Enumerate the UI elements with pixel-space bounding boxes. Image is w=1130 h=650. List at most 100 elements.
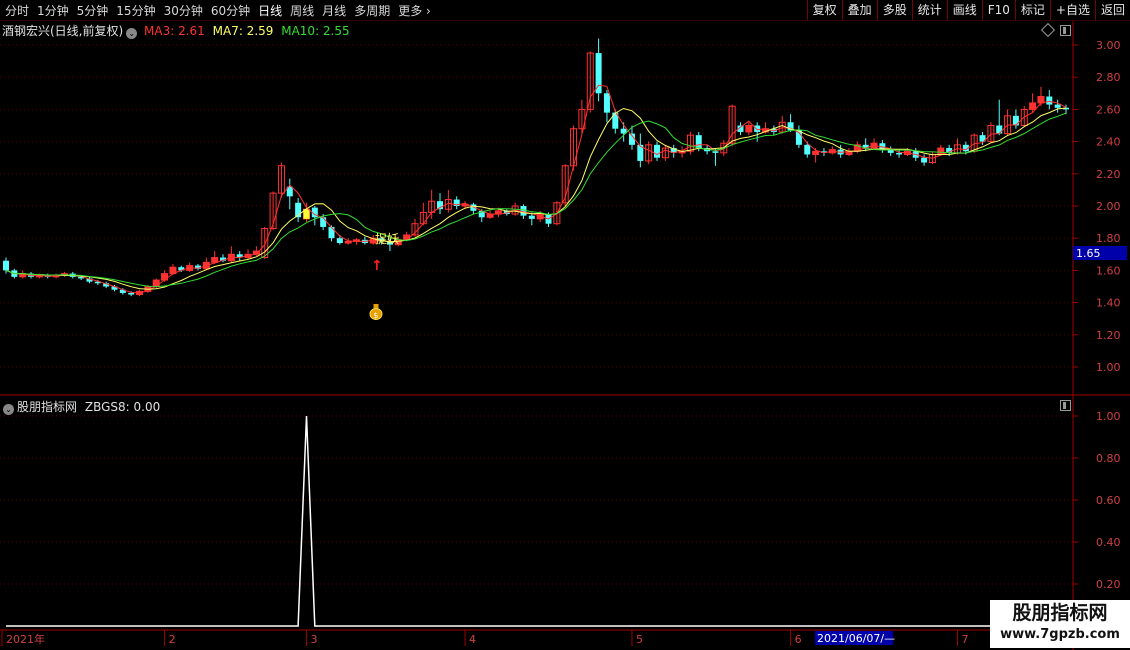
- period-tab[interactable]: 日线: [258, 2, 282, 19]
- zbgs8-label: ZBGS8: 0.00: [84, 400, 161, 414]
- toolbar-button[interactable]: 统计: [911, 0, 947, 20]
- candle-body: [820, 151, 827, 153]
- candle-body: [528, 215, 535, 219]
- candle: [169, 263, 177, 276]
- candle: [369, 234, 377, 245]
- candle-body: [128, 292, 135, 295]
- candle: [661, 144, 669, 161]
- candle-body: [302, 208, 310, 220]
- candle: [494, 207, 502, 218]
- candle: [419, 202, 427, 226]
- candle: [595, 38, 602, 102]
- candle: [536, 210, 544, 223]
- period-tab[interactable]: 1分钟: [37, 2, 69, 19]
- candle: [286, 178, 293, 210]
- candle: [3, 257, 9, 274]
- candle-body: [612, 112, 619, 129]
- candle-body: [94, 281, 101, 284]
- period-tab[interactable]: 多周期: [354, 2, 390, 19]
- candle: [437, 193, 444, 215]
- signal-label: 捉妖: [375, 231, 399, 246]
- candle: [970, 133, 978, 153]
- candle-body: [78, 276, 85, 279]
- candle-body: [520, 206, 527, 216]
- candle: [78, 275, 85, 281]
- candle: [161, 270, 169, 282]
- candle-body: [1037, 96, 1045, 104]
- money-bag-icon: $: [369, 304, 383, 320]
- candle-body: [695, 135, 702, 149]
- candle-body: [953, 144, 961, 154]
- candle: [853, 141, 861, 153]
- candle: [378, 236, 385, 245]
- toolbar-button[interactable]: 画线: [946, 0, 982, 20]
- candle: [44, 273, 51, 279]
- candle: [787, 114, 794, 132]
- candle-body: [103, 283, 110, 287]
- candle-body: [444, 199, 452, 210]
- period-tabs: 分时 1分钟 5分钟 15分钟 30分钟 60分钟 日线 周线 月线 多周期 更多 ›: [0, 2, 434, 19]
- candle: [503, 209, 510, 216]
- candle-body: [553, 202, 561, 225]
- candle: [94, 280, 101, 285]
- toolbar-button[interactable]: 返回: [1094, 0, 1130, 20]
- diamond-icon[interactable]: [1040, 22, 1056, 38]
- candle: [60, 272, 68, 277]
- period-tab[interactable]: 分时: [5, 2, 29, 19]
- candle-body: [244, 253, 252, 259]
- period-tab[interactable]: 周线: [290, 2, 314, 19]
- candle-body: [603, 93, 610, 113]
- toolbar-button[interactable]: F10: [981, 0, 1015, 20]
- period-tab[interactable]: 月线: [322, 2, 346, 19]
- up-arrow-icon: ↑: [371, 258, 383, 274]
- stock-title: 酒钢宏兴(日线,前复权): [2, 24, 124, 38]
- candle-body: [344, 240, 352, 244]
- y-tick-label: 2.80: [1096, 71, 1121, 84]
- settings-circle-icon[interactable]: ⌄: [3, 404, 14, 415]
- candle: [628, 125, 635, 150]
- x-tick-label: 2: [169, 633, 176, 646]
- toolbar-button[interactable]: 复权: [806, 0, 842, 20]
- candle-body: [946, 148, 953, 153]
- panel-toggle-icon[interactable]: [1060, 400, 1071, 411]
- toolbar-button[interactable]: 标记: [1014, 0, 1050, 20]
- candle: [754, 122, 761, 142]
- candle: [302, 202, 310, 223]
- candle-body: [853, 144, 861, 152]
- candle-body: [419, 211, 427, 225]
- candle-body: [1004, 115, 1012, 135]
- candle: [478, 209, 485, 223]
- candle: [979, 131, 986, 145]
- candle: [712, 148, 719, 166]
- candle: [261, 226, 269, 260]
- period-tab[interactable]: 60分钟: [211, 2, 250, 19]
- y-tick-label: 1.20: [1096, 329, 1121, 342]
- candle-body: [261, 228, 269, 259]
- candle: [252, 246, 260, 256]
- period-tab[interactable]: 15分钟: [116, 2, 155, 19]
- candle: [428, 189, 436, 219]
- ma3-line: [5, 84, 1067, 294]
- toolbar-button[interactable]: +自选: [1049, 0, 1095, 20]
- candle-body: [453, 199, 460, 206]
- x-tick-label: 5: [636, 633, 643, 646]
- settings-circle-icon[interactable]: ⌄: [126, 28, 138, 39]
- panel-toggle-icon[interactable]: [1060, 25, 1071, 36]
- period-tab[interactable]: 更多 ›: [398, 2, 431, 19]
- cursor-date: 2021/06/07/—: [817, 632, 895, 645]
- candle-body: [119, 289, 126, 293]
- y-tick-label: 1.40: [1096, 297, 1121, 310]
- candle: [128, 291, 135, 297]
- candle: [553, 201, 561, 226]
- y-tick-label: 3.00: [1096, 39, 1121, 52]
- period-tab[interactable]: 5分钟: [77, 2, 109, 19]
- candle-body: [11, 270, 18, 277]
- period-tab[interactable]: 30分钟: [164, 2, 203, 19]
- candle: [837, 144, 844, 158]
- sub-y-tick-label: 0.80: [1096, 452, 1121, 465]
- candle: [586, 51, 594, 113]
- candle-body: [1054, 104, 1061, 108]
- candle-body: [328, 226, 335, 239]
- toolbar-button[interactable]: 多股: [876, 0, 912, 20]
- toolbar-button[interactable]: 叠加: [841, 0, 877, 20]
